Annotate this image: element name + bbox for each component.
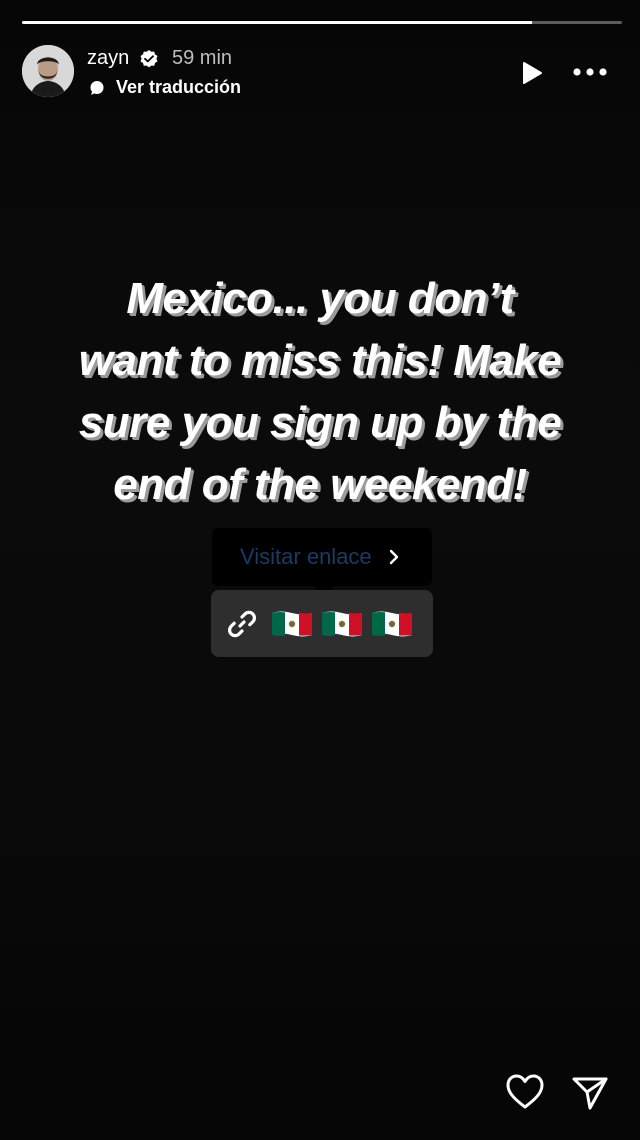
username[interactable]: zayn (87, 47, 129, 70)
story-progress-fill (22, 21, 532, 24)
headline-line: want to miss this! Make (78, 336, 562, 385)
story-progress-bar (22, 21, 622, 24)
headline-line: Mexico... you don’t (126, 274, 514, 323)
verified-badge-icon (140, 50, 158, 68)
mexico-flag-icon (372, 611, 412, 637)
translate-bubble-icon (90, 81, 104, 95)
mexico-flag-icon (272, 611, 312, 637)
headline-line: sure you sign up by the (78, 398, 562, 447)
avatar[interactable] (22, 45, 74, 97)
mexico-flag-icon (322, 611, 362, 637)
visit-link-button[interactable]: Visitar enlace (212, 528, 432, 586)
play-icon[interactable] (519, 60, 545, 86)
chevron-right-icon (389, 549, 399, 565)
story-headline: Mexico... you don’t want to miss this! M… (20, 268, 620, 516)
link-icon (228, 610, 256, 638)
send-icon[interactable] (570, 1073, 610, 1113)
more-options-icon[interactable] (572, 62, 608, 82)
link-sticker[interactable] (211, 590, 433, 657)
heart-icon[interactable] (505, 1073, 545, 1111)
visit-link-label: Visitar enlace (240, 544, 372, 569)
story-timestamp: 59 min (172, 47, 233, 69)
story-viewer: zayn 59 min Ver traducción Mexico... you… (0, 0, 640, 1140)
headline-line: end of the weekend! (113, 460, 527, 509)
translate-button[interactable]: Ver traducción (116, 77, 241, 98)
